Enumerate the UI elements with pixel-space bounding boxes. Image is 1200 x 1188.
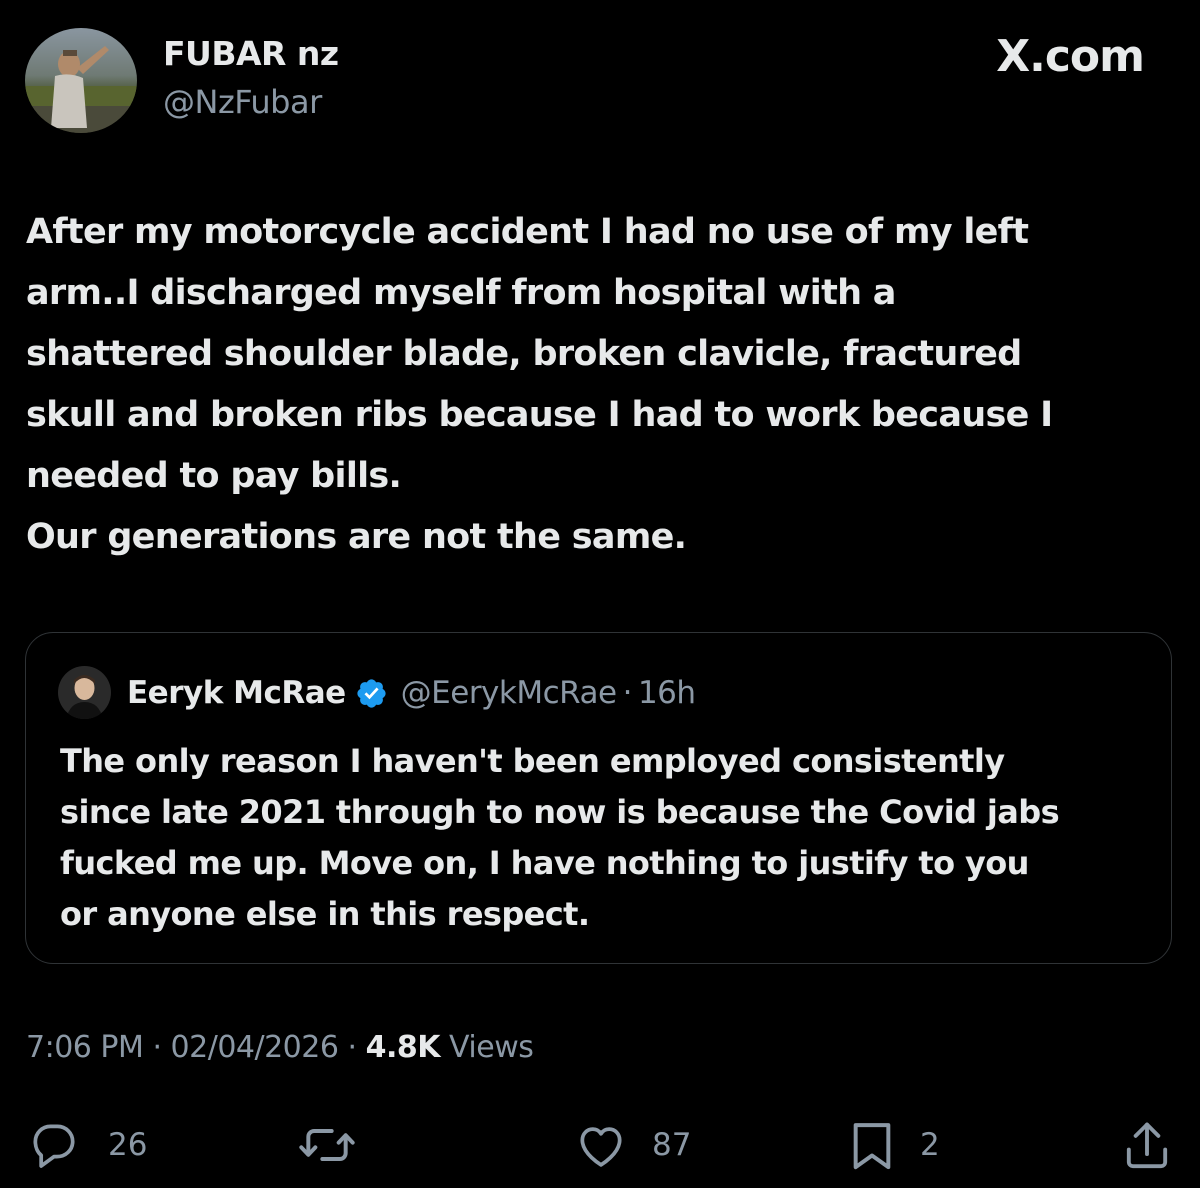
like-icon	[580, 1127, 622, 1167]
author-avatar[interactable]	[25, 28, 137, 133]
views-label: Views	[449, 1030, 534, 1065]
tweet-text-line: After my motorcycle accident I had no us…	[26, 212, 1029, 252]
quoted-text-line: since late 2021 through to now is becaus…	[60, 793, 1060, 831]
like-button[interactable]: 87	[572, 1115, 691, 1175]
tweet-text-line: arm..I discharged myself from hospital w…	[26, 273, 896, 313]
share-icon	[1126, 1122, 1168, 1169]
tweet-action-bar: 26 87 2	[0, 1115, 1200, 1175]
quoted-author-handle[interactable]: @EerykMcRae	[401, 675, 617, 711]
quoted-author-avatar[interactable]	[58, 666, 111, 719]
quoted-text-line: or anyone else in this respect.	[60, 895, 590, 933]
tweet-meta: 7:06 PM · 02/04/2026 · 4.8K Views	[26, 1030, 534, 1065]
retweet-button[interactable]	[296, 1115, 380, 1175]
quoted-tweet-card[interactable]: Eeryk McRae @EerykMcRae · 16h The only r…	[25, 632, 1172, 964]
like-count: 87	[652, 1127, 692, 1163]
bookmark-button[interactable]: 2	[846, 1115, 940, 1175]
tweet-text-line: shattered shoulder blade, broken clavicl…	[26, 334, 1022, 374]
tweet-text-line: skull and broken ribs because I had to w…	[26, 395, 1053, 435]
reply-count: 26	[108, 1127, 148, 1163]
reply-button[interactable]: 26	[26, 1115, 147, 1175]
reply-icon	[33, 1124, 75, 1168]
bookmark-icon	[853, 1123, 891, 1170]
tweet-text: After my motorcycle accident I had no us…	[26, 202, 1176, 568]
meta-separator: ·	[347, 1030, 358, 1065]
quoted-tweet-time[interactable]: 16h	[638, 675, 696, 711]
author-display-name[interactable]: FUBAR nz	[163, 34, 339, 73]
meta-separator: ·	[622, 675, 633, 711]
bookmark-count: 2	[920, 1127, 940, 1163]
meta-separator: ·	[152, 1030, 162, 1065]
quoted-text-line: The only reason I haven't been employed …	[60, 742, 1005, 780]
author-handle[interactable]: @NzFubar	[163, 83, 322, 121]
quoted-tweet-text: The only reason I haven't been employed …	[60, 736, 1160, 940]
tweet-date[interactable]: 02/04/2026	[171, 1030, 339, 1065]
tweet-text-line: Our generations are not the same.	[26, 517, 687, 557]
verified-badge-icon	[355, 677, 388, 710]
quoted-text-line: fucked me up. Move on, I have nothing to…	[60, 844, 1029, 882]
tweet-text-line: needed to pay bills.	[26, 456, 402, 496]
quoted-author-display-name[interactable]: Eeryk McRae	[127, 675, 346, 711]
views-count: 4.8K	[365, 1030, 441, 1065]
tweet-time[interactable]: 7:06 PM	[26, 1030, 144, 1065]
retweet-icon	[299, 1129, 355, 1161]
share-button[interactable]	[1122, 1115, 1172, 1175]
x-com-watermark: X.com	[996, 31, 1145, 82]
